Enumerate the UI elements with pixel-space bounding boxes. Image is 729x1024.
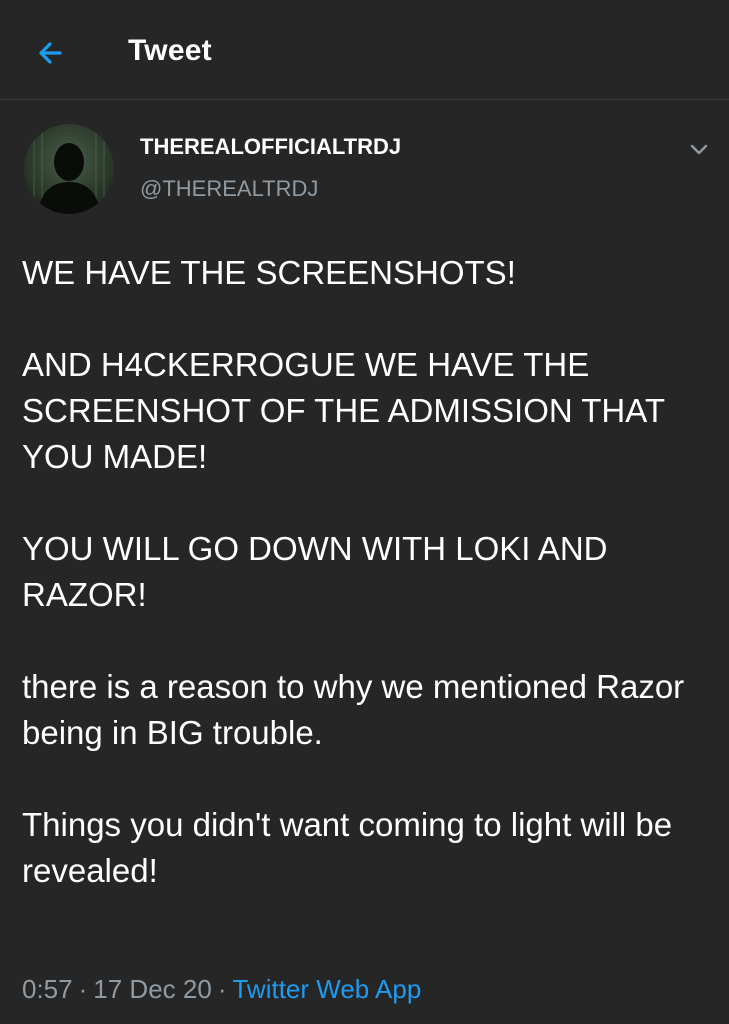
back-button[interactable]	[28, 30, 74, 76]
top-bar: Tweet	[0, 0, 729, 100]
tweet-paragraph: there is a reason to why we mentioned Ra…	[22, 668, 685, 751]
author-display-name[interactable]: THEREALOFFICIALTRDJ	[140, 134, 401, 160]
tweet-source-link[interactable]: Twitter Web App	[232, 974, 421, 1004]
more-options-button[interactable]	[684, 134, 714, 164]
tweet-text: WE HAVE THE SCREENSHOTS! AND H4CKERROGUE…	[22, 250, 712, 894]
page-title: Tweet	[128, 34, 212, 67]
author-handle[interactable]: @THEREALTRDJ	[140, 176, 318, 202]
chevron-down-icon	[684, 144, 714, 168]
tweet-paragraph: AND H4CKERROGUE WE HAVE THE SCREENSHOT O…	[22, 346, 665, 475]
hooded-silhouette-avatar	[33, 124, 105, 214]
tweet-date: 17 Dec 20	[93, 974, 212, 1004]
avatar[interactable]	[24, 124, 114, 214]
meta-separator: ·	[78, 974, 88, 1004]
tweet-paragraph: YOU WILL GO DOWN WITH LOKI AND RAZOR!	[22, 530, 608, 613]
arrow-left-icon	[28, 30, 74, 76]
tweet-paragraph: WE HAVE THE SCREENSHOTS!	[22, 254, 516, 291]
tweet-paragraph: Things you didn't want coming to light w…	[22, 806, 673, 889]
tweet-time: 0:57	[22, 974, 73, 1004]
meta-separator: ·	[217, 974, 227, 1004]
tweet-metadata: 0:57 · 17 Dec 20 · Twitter Web App	[22, 974, 421, 1005]
